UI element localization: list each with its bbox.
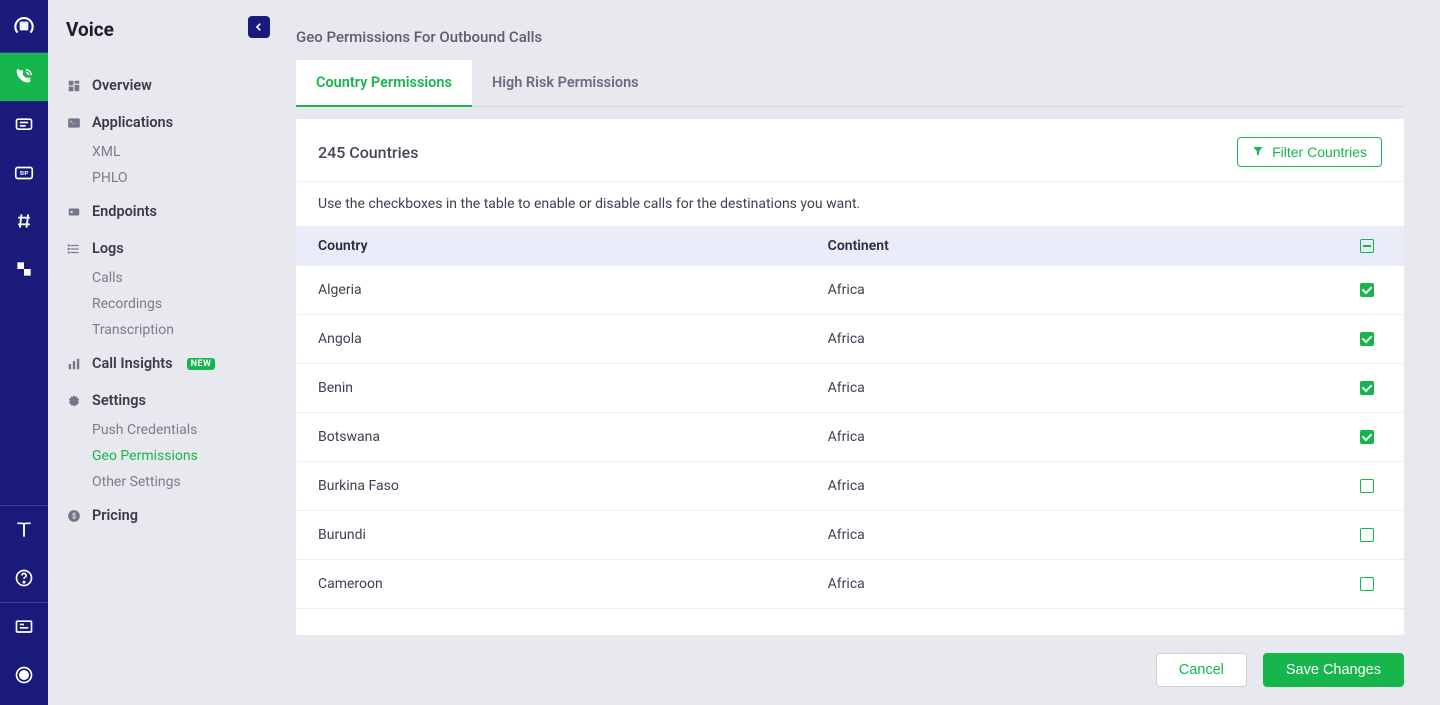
table-row: BeninAfrica [296,364,1404,413]
sidebar-sub-geo-permissions[interactable]: Geo Permissions [48,443,260,469]
logs-icon [66,242,82,256]
pricing-icon: $ [66,509,82,523]
sidebar-sub-other-settings[interactable]: Other Settings [48,469,260,495]
rail-messaging-icon[interactable] [0,101,48,149]
settings-icon [66,394,82,408]
countries-table-wrapper[interactable]: Country Continent AlgeriaAfricaAngolaAfr… [296,226,1404,635]
sidebar-sub-recordings[interactable]: Recordings [48,291,260,317]
row-checkbox[interactable] [1360,528,1374,542]
cell-country: Algeria [296,266,806,315]
tabs: Country Permissions High Risk Permission… [296,60,1404,107]
rail-sip-icon[interactable]: SIP [0,149,48,197]
rail-account-icon[interactable] [0,651,48,699]
filter-countries-button[interactable]: Filter Countries [1237,137,1382,167]
table-row: BotswanaAfrica [296,413,1404,462]
table-row: Burkina FasoAfrica [296,462,1404,511]
permissions-panel: 245 Countries Filter Countries Use the c… [296,119,1404,635]
rail-help-icon[interactable] [0,554,48,602]
table-row: AlgeriaAfrica [296,266,1404,315]
sidebar-item-label: Settings [92,392,146,409]
table-row: BurundiAfrica [296,511,1404,560]
countries-table: Country Continent AlgeriaAfricaAngolaAfr… [296,226,1404,609]
cell-country: Botswana [296,413,806,462]
cell-continent: Africa [806,315,1338,364]
app-logo-icon[interactable] [0,0,48,52]
cell-continent: Africa [806,413,1338,462]
rail-numbers-icon[interactable] [0,197,48,245]
overview-icon [66,79,82,93]
sidebar-item-label: Overview [92,77,152,94]
sidebar-sub-xml[interactable]: XML [48,139,260,165]
tab-country-permissions[interactable]: Country Permissions [296,60,472,107]
call-insights-icon [66,357,82,371]
rail-docs-icon[interactable] [0,506,48,554]
cell-continent: Africa [806,462,1338,511]
filter-button-label: Filter Countries [1272,144,1367,160]
sidebar-item-applications[interactable]: >_ Applications [48,106,260,139]
save-changes-button[interactable]: Save Changes [1263,653,1404,687]
tab-high-risk-permissions[interactable]: High Risk Permissions [472,60,659,106]
sidebar-sub-calls[interactable]: Calls [48,265,260,291]
table-row: CameroonAfrica [296,560,1404,609]
help-text: Use the checkboxes in the table to enabl… [296,182,1404,226]
sidebar-item-label: Pricing [92,507,138,524]
svg-text:$: $ [72,512,76,520]
cell-country: Cameroon [296,560,806,609]
endpoints-icon [66,205,82,219]
cell-continent: Africa [806,511,1338,560]
column-header-select-all [1338,226,1404,266]
cell-country: Burkina Faso [296,462,806,511]
page-heading: Geo Permissions For Outbound Calls [296,28,1404,46]
cell-continent: Africa [806,266,1338,315]
sidebar-sub-transcription[interactable]: Transcription [48,317,260,343]
sidebar-item-settings[interactable]: Settings [48,384,260,417]
row-checkbox[interactable] [1360,332,1374,346]
sidebar-item-label: Endpoints [92,203,157,220]
footer-actions: Cancel Save Changes [296,635,1404,705]
sidebar-title: Voice [48,18,260,41]
sidebar-item-label: Logs [92,240,124,257]
row-checkbox[interactable] [1360,381,1374,395]
applications-icon: >_ [66,116,82,130]
cell-country: Angola [296,315,806,364]
country-count-title: 245 Countries [318,143,418,162]
cell-continent: Africa [806,364,1338,413]
rail-zentrunk-icon[interactable] [0,245,48,293]
sidebar-item-logs[interactable]: Logs [48,232,260,265]
cell-continent: Africa [806,560,1338,609]
row-checkbox[interactable] [1360,577,1374,591]
sidebar-item-pricing[interactable]: $ Pricing [48,499,260,532]
svg-text:SIP: SIP [20,171,29,177]
sidebar-item-label: Applications [92,114,173,131]
column-header-country: Country [296,226,806,266]
sidebar-item-call-insights[interactable]: Call Insights NEW [48,347,260,380]
column-header-continent: Continent [806,226,1338,266]
cancel-button[interactable]: Cancel [1156,653,1247,687]
cell-country: Burundi [296,511,806,560]
rail-voice-icon[interactable] [0,53,48,101]
icon-rail: SIP [0,0,48,705]
filter-icon [1252,144,1264,160]
sidebar-collapse-button[interactable] [248,16,270,38]
row-checkbox[interactable] [1360,479,1374,493]
sidebar-item-label: Call Insights [92,355,173,372]
row-checkbox[interactable] [1360,283,1374,297]
table-row: AngolaAfrica [296,315,1404,364]
sidebar-sub-phlo[interactable]: PHLO [48,165,260,191]
sidebar-sub-push-credentials[interactable]: Push Credentials [48,417,260,443]
row-checkbox[interactable] [1360,430,1374,444]
sidebar-item-endpoints[interactable]: Endpoints [48,195,260,228]
rail-billing-icon[interactable] [0,603,48,651]
cell-country: Benin [296,364,806,413]
sidebar-item-overview[interactable]: Overview [48,69,260,102]
main-content: Geo Permissions For Outbound Calls Count… [260,0,1440,705]
sidebar: Voice Overview >_ Applications XML PHLO … [48,0,260,705]
select-all-checkbox[interactable] [1360,239,1374,253]
new-badge: NEW [187,358,216,370]
